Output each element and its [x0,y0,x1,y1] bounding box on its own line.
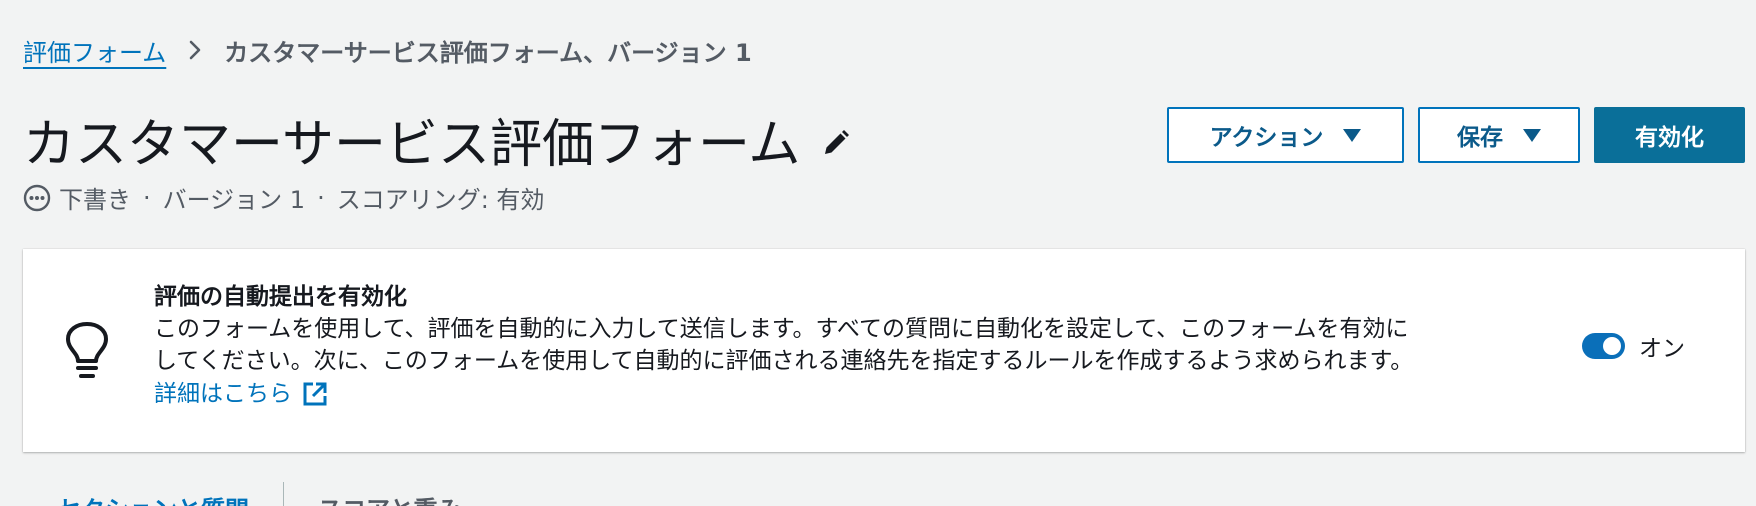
caret-down-icon [1343,128,1362,142]
activate-button-label: 有効化 [1635,125,1704,151]
status-text: 下書き [59,186,131,214]
tab-scores-and-weights[interactable]: スコアと重み [284,480,496,506]
caret-down-icon [1523,128,1541,142]
scoring-text: スコアリング: 有効 [336,186,545,214]
meta-separator: · [143,183,151,212]
external-link-icon [302,381,328,407]
tab-sections-and-questions[interactable]: セクションと質問 [23,480,283,506]
breadcrumb-current-page: カスタマーサービス評価フォーム、バージョン 1 [224,38,752,67]
learn-more-label: 詳細はこちら [154,381,292,407]
actions-dropdown-button[interactable]: アクション [1167,107,1404,163]
breadcrumb-evaluation-forms-link[interactable]: 評価フォーム [23,33,166,68]
evaluation-form-page: 評価フォーム カスタマーサービス評価フォーム、バージョン 1 カスタマーサービス… [0,0,1756,506]
save-button-label: 保存 [1457,125,1503,151]
pencil-icon[interactable] [822,129,850,157]
lightbulb-icon [63,321,111,385]
version-text: バージョン 1 [162,186,306,214]
actions-button-label: アクション [1209,125,1324,151]
draft-status-icon [23,184,51,212]
learn-more-link[interactable]: 詳細はこちら [154,377,328,411]
auto-submit-toggle-group: オン [1582,329,1685,363]
card-description-line-1: このフォームを使用して、評価を自動的に入力して送信します。すべての質問に自動化を… [154,316,1409,342]
page-title: カスタマーサービス評価フォーム [23,115,801,175]
chevron-right-icon [188,39,202,61]
save-dropdown-button[interactable]: 保存 [1418,107,1580,163]
card-body: 評価の自動提出を有効化 このフォームを使用して、評価を自動的に入力して送信します… [154,281,1554,411]
card-title: 評価の自動提出を有効化 [154,284,407,310]
toggle-label: オン [1639,336,1685,362]
toggle-knob [1603,337,1621,355]
auto-submit-card: 評価の自動提出を有効化 このフォームを使用して、評価を自動的に入力して送信します… [23,249,1745,452]
card-description-line-2: してください。次に、このフォームを使用して自動的に評価される連絡先を指定するルー… [154,348,1414,374]
meta-separator: · [317,183,325,212]
form-tabs: セクションと質問 スコアと重み [23,480,496,506]
form-meta: 下書き · バージョン 1 · スコアリング: 有効 [23,180,544,215]
activate-button[interactable]: 有効化 [1594,107,1745,163]
breadcrumb: 評価フォーム カスタマーサービス評価フォーム、バージョン 1 [23,30,752,70]
auto-submit-toggle[interactable] [1582,333,1625,359]
page-header: カスタマーサービス評価フォーム [23,102,850,177]
